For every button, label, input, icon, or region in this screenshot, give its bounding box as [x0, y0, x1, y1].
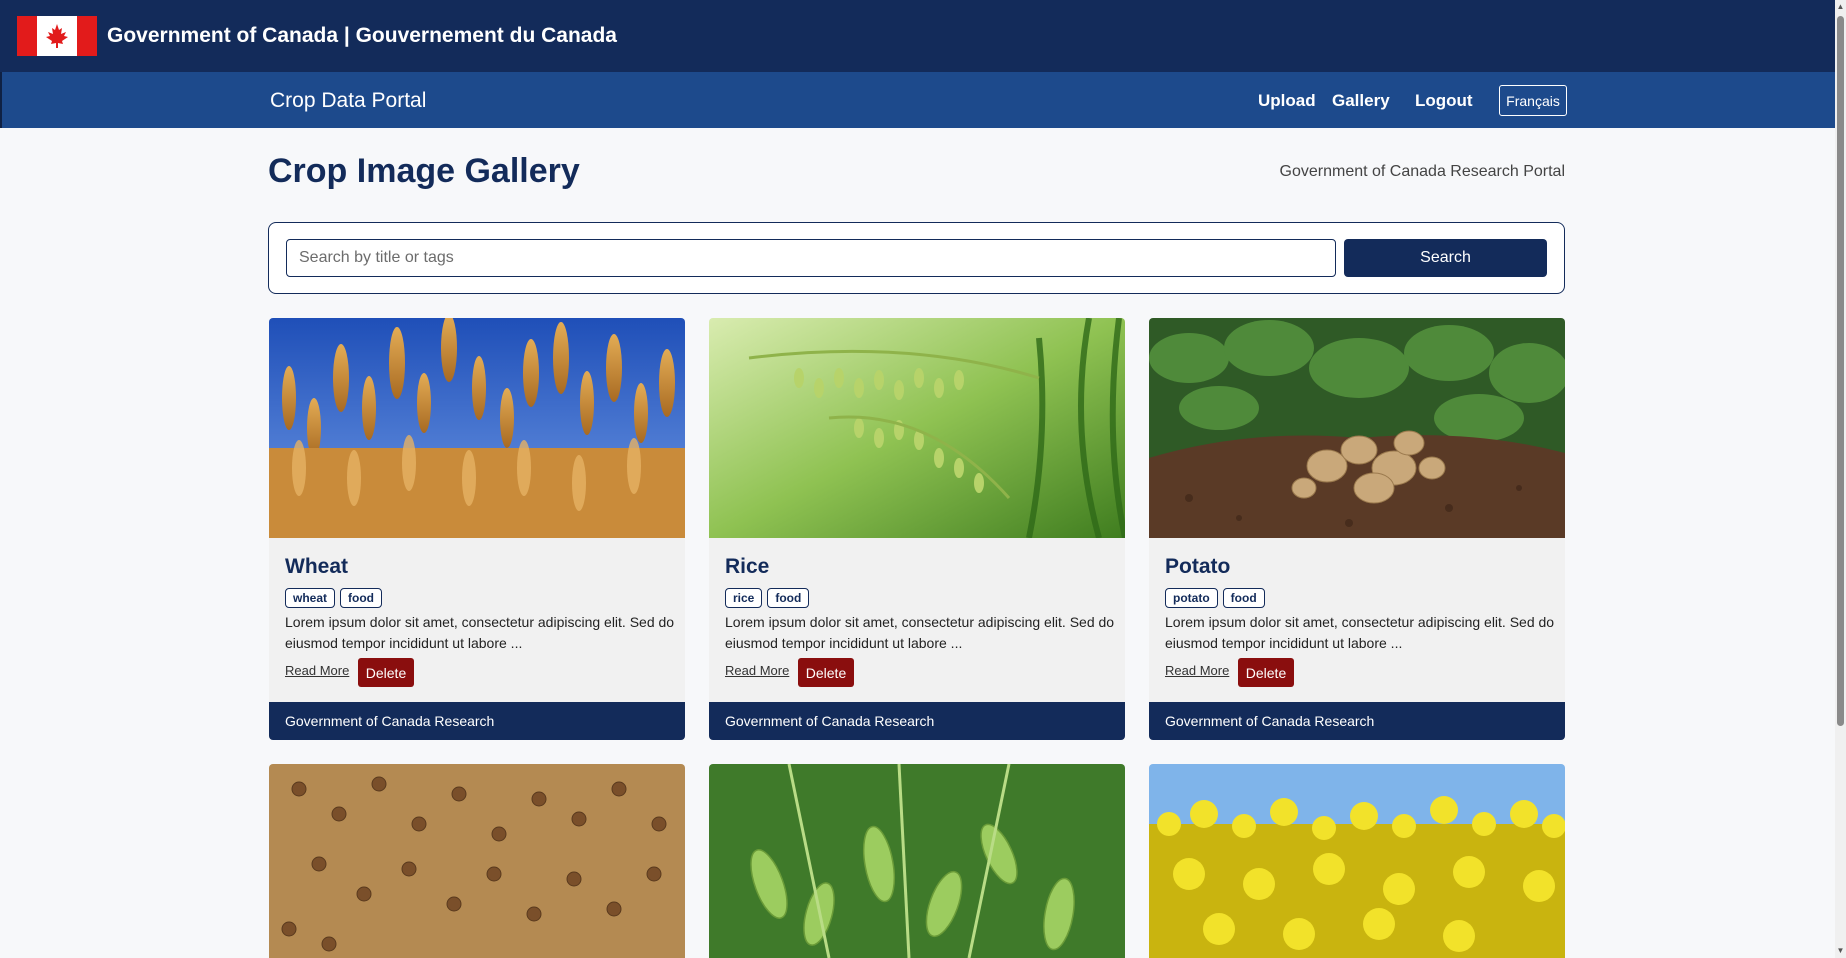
soybean-image[interactable]	[709, 764, 1125, 958]
card-title: Wheat	[285, 555, 348, 578]
portal-navbar: Crop Data Portal Upload Gallery Logout F…	[0, 72, 1835, 128]
canada-flag-icon	[17, 16, 97, 56]
scroll-up-arrow-icon[interactable]: ▲	[1836, 2, 1845, 12]
card-footer: Government of Canada Research	[1149, 702, 1565, 740]
card-description: Lorem ipsum dolor sit amet, consectetur …	[725, 614, 1115, 651]
delete-button[interactable]: Delete	[358, 658, 414, 687]
delete-button[interactable]: Delete	[798, 658, 854, 687]
card-footer: Government of Canada Research	[269, 702, 685, 740]
read-more-link[interactable]: Read More	[725, 663, 789, 678]
language-toggle-button[interactable]: Français	[1499, 85, 1567, 116]
gallery-card-flax	[269, 764, 685, 958]
card-description: Lorem ipsum dolor sit amet, consectetur …	[1165, 614, 1555, 651]
tag[interactable]: potato	[1165, 588, 1218, 608]
nav-logout-link[interactable]: Logout	[1415, 91, 1473, 111]
government-title[interactable]: Government of Canada | Gouvernement du C…	[107, 24, 617, 48]
nav-gallery-link[interactable]: Gallery	[1332, 91, 1390, 111]
flax-image[interactable]	[269, 764, 685, 958]
read-more-link[interactable]: Read More	[285, 663, 349, 678]
gallery-card-wheat: Wheat wheat food Lorem ipsum dolor sit a…	[269, 318, 685, 740]
gallery-card-soybean	[709, 764, 1125, 958]
page-scrollbar[interactable]: ▲ ▼	[1835, 0, 1846, 958]
page-subtitle: Government of Canada Research Portal	[1279, 163, 1565, 180]
tag-list: wheat food	[285, 588, 383, 608]
scroll-down-arrow-icon[interactable]: ▼	[1836, 946, 1845, 956]
gallery-card-canola	[1149, 764, 1565, 958]
search-panel: Search	[268, 222, 1565, 294]
card-footer: Government of Canada Research	[709, 702, 1125, 740]
tag-list: potato food	[1165, 588, 1265, 608]
portal-name[interactable]: Crop Data Portal	[270, 89, 426, 113]
tag[interactable]: food	[1222, 588, 1265, 608]
scrollbar-thumb[interactable]	[1837, 16, 1844, 726]
potato-image[interactable]	[1149, 318, 1565, 538]
nav-upload-link[interactable]: Upload	[1258, 91, 1316, 111]
card-title: Potato	[1165, 555, 1231, 578]
read-more-link[interactable]: Read More	[1165, 663, 1229, 678]
gallery-card-rice: Rice rice food Lorem ipsum dolor sit ame…	[709, 318, 1125, 740]
card-title: Rice	[725, 555, 770, 578]
government-header: Government of Canada | Gouvernement du C…	[0, 0, 1835, 72]
canola-image[interactable]	[1149, 764, 1565, 958]
card-description: Lorem ipsum dolor sit amet, consectetur …	[285, 614, 675, 651]
tag[interactable]: rice	[725, 588, 763, 608]
tag[interactable]: food	[767, 588, 810, 608]
delete-button[interactable]: Delete	[1238, 658, 1294, 687]
tag[interactable]: wheat	[285, 588, 336, 608]
tag[interactable]: food	[340, 588, 383, 608]
search-input[interactable]	[286, 239, 1336, 277]
page-title: Crop Image Gallery	[268, 152, 580, 190]
tag-list: rice food	[725, 588, 810, 608]
gallery-card-potato: Potato potato food Lorem ipsum dolor sit…	[1149, 318, 1565, 740]
wheat-image[interactable]	[269, 318, 685, 538]
search-button[interactable]: Search	[1344, 239, 1547, 277]
rice-image[interactable]	[709, 318, 1125, 538]
